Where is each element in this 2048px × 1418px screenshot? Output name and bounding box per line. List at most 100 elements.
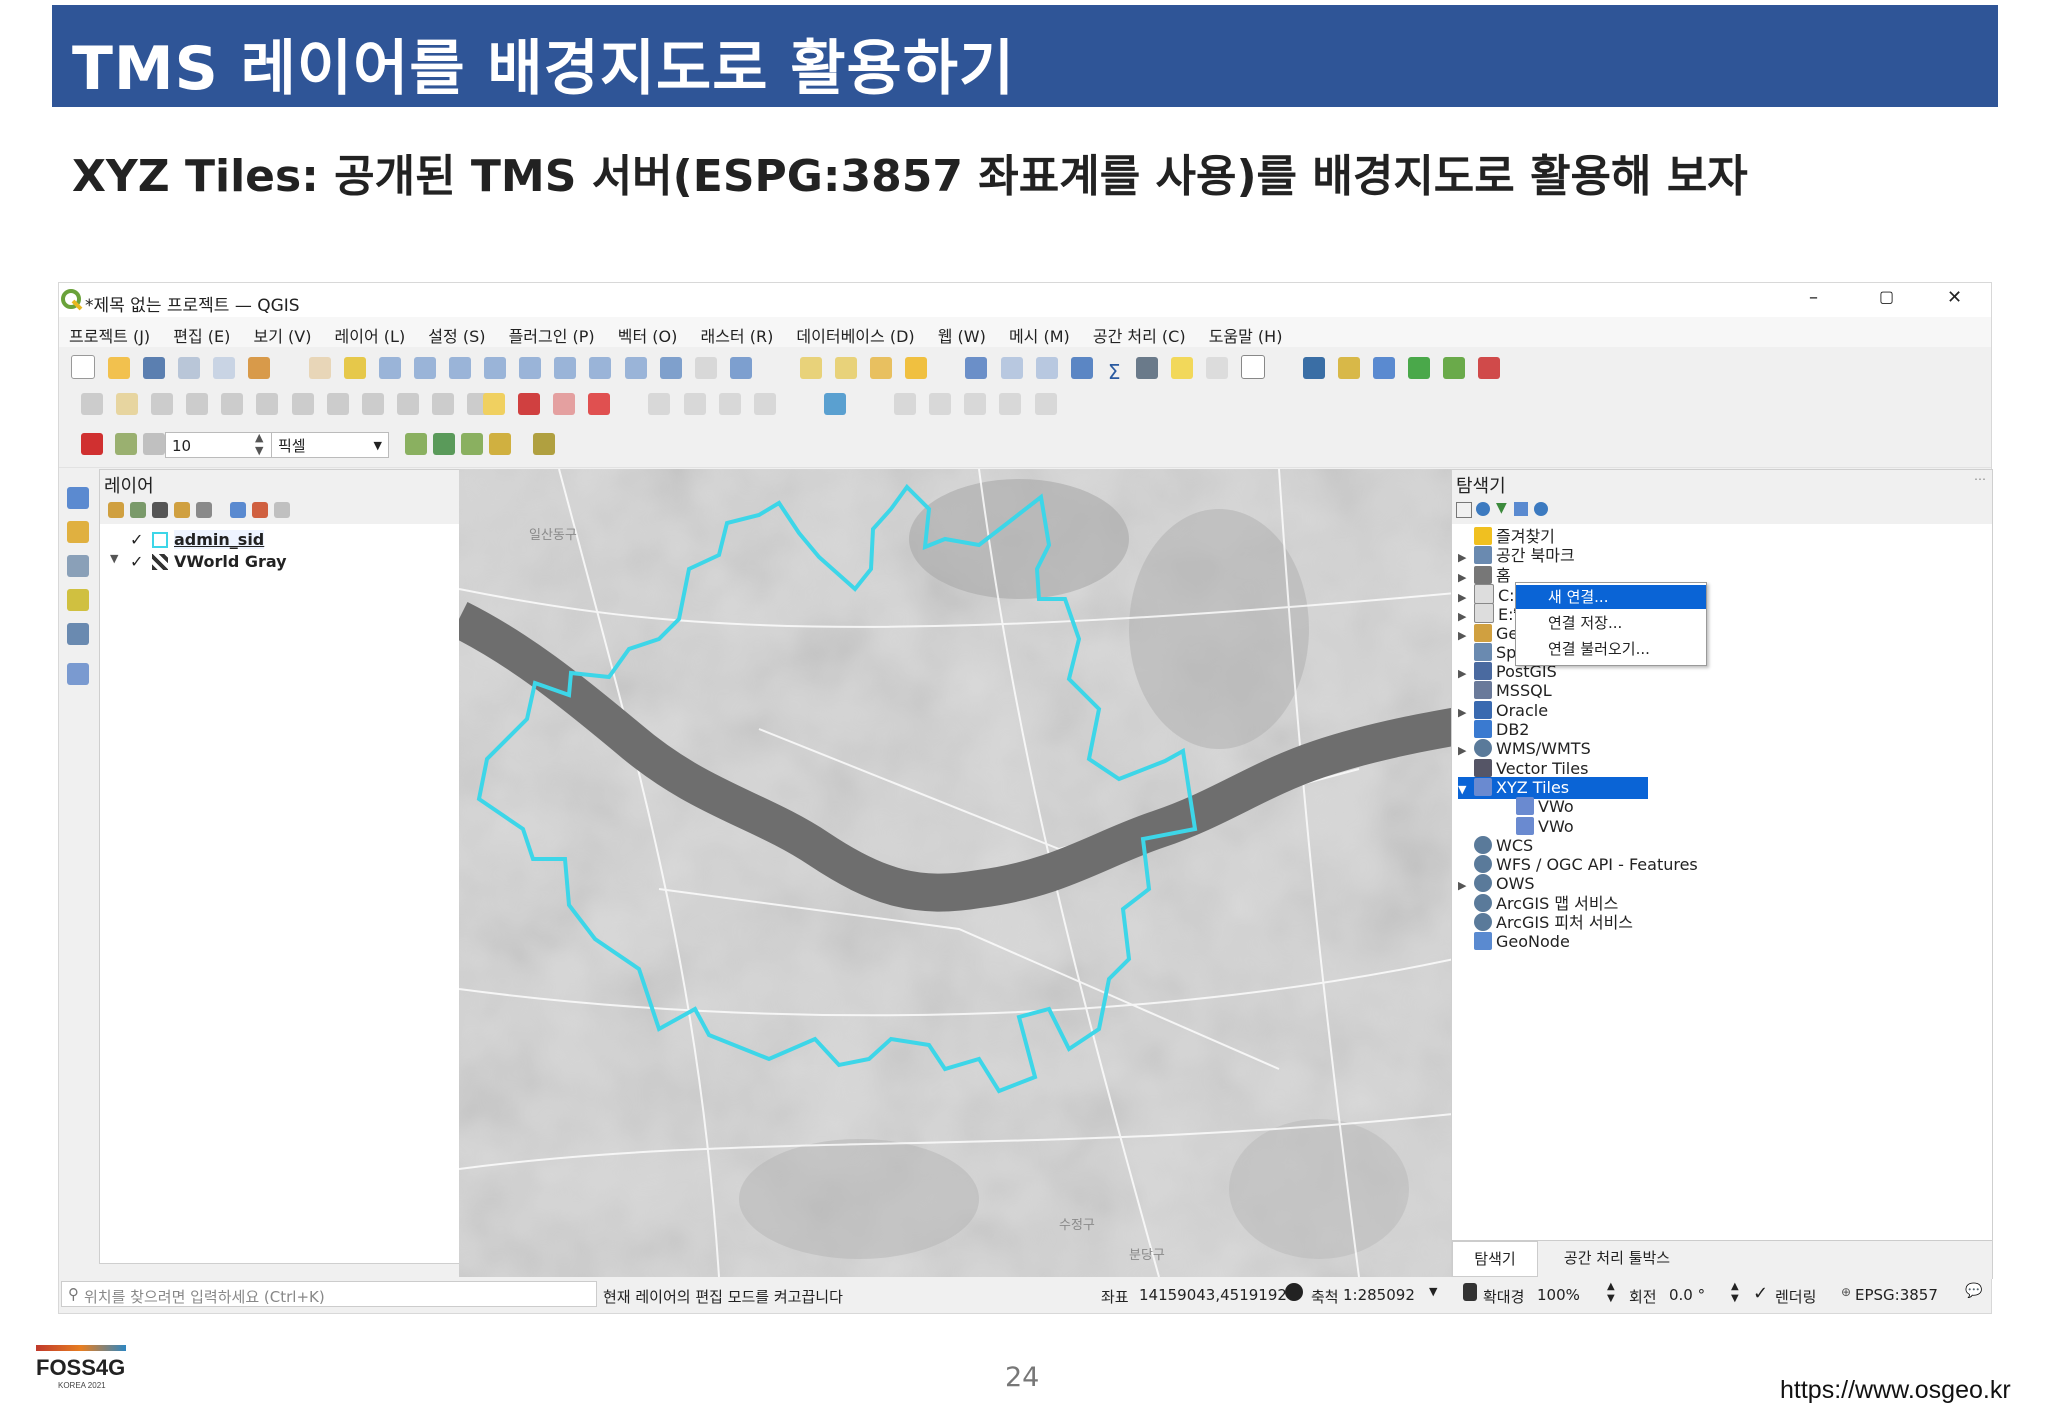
shape-digitize-icon[interactable] (894, 393, 917, 415)
scale-value[interactable]: 1:285092 (1343, 1286, 1415, 1304)
undo-icon[interactable] (1373, 357, 1396, 379)
save-edits-icon[interactable] (151, 393, 174, 415)
select-by-value-icon[interactable] (835, 357, 858, 379)
render-checkbox-checked-icon[interactable]: ✓ (1753, 1283, 1768, 1304)
menu-processing[interactable]: 공간 처리 (C) (1093, 327, 1186, 346)
zoom-selection-icon[interactable] (484, 357, 507, 379)
crs-value[interactable]: EPSG:3857 (1855, 1286, 1938, 1304)
add-vector-icon[interactable] (67, 521, 89, 543)
info-icon[interactable] (1534, 502, 1548, 516)
identify-icon[interactable] (965, 357, 988, 379)
map-canvas[interactable]: 일산동구 수정구 분당구 (459, 469, 1499, 1277)
modify-attributes-icon[interactable] (256, 393, 279, 415)
topology-edit-icon[interactable] (405, 433, 427, 455)
add-feature-icon[interactable] (186, 393, 209, 415)
save-project-icon[interactable] (143, 357, 166, 379)
panel-dock-icon[interactable]: ⋯ (1974, 472, 1986, 486)
search-input[interactable]: 위치를 찾으려면 입력하세요 (Ctrl+K) (84, 1286, 325, 1307)
menu-settings[interactable]: 설정 (S) (428, 327, 485, 346)
delete-selected-icon[interactable] (291, 393, 314, 415)
menu-web[interactable]: 웹 (W) (938, 327, 986, 346)
rotation-value[interactable]: 0.0 ° (1669, 1286, 1705, 1304)
open-project-icon[interactable] (108, 357, 131, 379)
self-snapping-icon[interactable] (533, 433, 555, 455)
tracing-icon[interactable] (489, 433, 511, 455)
processing-toolbox-icon[interactable] (1070, 357, 1093, 379)
coordinate-value[interactable]: 14159043,4519192 (1139, 1286, 1287, 1304)
layer-name[interactable]: admin_sid (174, 530, 265, 549)
pin-labels-icon[interactable] (553, 393, 576, 415)
save-as-icon[interactable] (178, 357, 201, 379)
new-map-view-icon[interactable] (659, 357, 682, 379)
zoom-last-icon[interactable] (589, 357, 612, 379)
filter-legend-icon[interactable] (174, 502, 190, 518)
layer-checkbox-checked-icon[interactable]: ✓ (130, 530, 143, 549)
magnifier-value[interactable]: 100% (1537, 1286, 1580, 1304)
menu-item-load-connections[interactable]: 연결 불러오기... (1516, 637, 1706, 661)
snapping-magnet-icon[interactable] (81, 433, 103, 455)
refresh-icon[interactable] (729, 357, 752, 379)
menu-item-save-connections[interactable]: 연결 저장... (1516, 611, 1706, 635)
menu-vector[interactable]: 벡터 (O) (618, 327, 678, 346)
zoom-native-icon[interactable] (554, 357, 577, 379)
snap-mode-icon[interactable] (115, 433, 137, 455)
menu-raster[interactable]: 래스터 (R) (700, 327, 773, 346)
layer-checkbox-checked-icon[interactable]: ✓ (130, 552, 143, 571)
add-mesh-icon[interactable] (67, 663, 89, 685)
menu-project[interactable]: 프로젝트 (J) (69, 327, 150, 346)
select-features-icon[interactable] (799, 357, 822, 379)
move-label-icon[interactable] (648, 393, 671, 415)
layer-name[interactable]: VWorld Gray (174, 552, 287, 571)
add-selected-layers-icon[interactable] (1456, 502, 1472, 518)
tab-processing-toolbox[interactable]: 공간 처리 툴박스 (1542, 1241, 1692, 1277)
map-tips-icon[interactable] (1170, 357, 1193, 379)
refresh-icon[interactable] (1476, 502, 1490, 516)
footer-url[interactable]: https://www.osgeo.kr (1780, 1376, 2011, 1405)
tab-browser[interactable]: 탐색기 (1452, 1241, 1538, 1277)
print-layout-icon[interactable] (213, 357, 236, 379)
zoom-out-icon[interactable] (413, 357, 436, 379)
menu-mesh[interactable]: 메시 (M) (1009, 327, 1070, 346)
zoom-in-icon[interactable] (378, 357, 401, 379)
field-calculator-icon[interactable] (1035, 357, 1058, 379)
style-manager-icon[interactable] (248, 357, 271, 379)
layer-row-vworld-gray[interactable]: ▼ ✓ VWorld Gray (110, 552, 490, 574)
zoom-next-icon[interactable] (624, 357, 647, 379)
filter-icon[interactable]: ▼ (1496, 500, 1507, 516)
add-delimited-icon[interactable] (67, 555, 89, 577)
new-project-icon[interactable] (71, 355, 95, 379)
highlight-labels-icon[interactable] (588, 393, 611, 415)
add-layer-icon[interactable] (1408, 357, 1431, 379)
rectangle-digitize-icon[interactable] (999, 393, 1022, 415)
pan-to-selection-icon[interactable] (343, 357, 366, 379)
snap-unit-select[interactable]: 픽셀 ▼ (271, 432, 389, 458)
style-panel-icon[interactable] (108, 502, 124, 518)
vertex-tool-icon[interactable] (221, 393, 244, 415)
filter-expression-icon[interactable] (196, 502, 212, 518)
expand-all-icon[interactable] (230, 502, 246, 518)
toggle-extents-icon[interactable] (1285, 1283, 1303, 1301)
globe-plugin-icon[interactable] (1443, 357, 1466, 379)
attribute-table-icon[interactable] (1000, 357, 1023, 379)
layer-row-admin-sid[interactable]: ✓ admin_sid (130, 530, 490, 552)
remove-layer-icon[interactable] (274, 502, 290, 518)
georeferencer-icon[interactable] (823, 393, 846, 415)
browser-item[interactable]: GeoNode (1458, 931, 1570, 953)
collapse-all-icon[interactable] (1514, 502, 1528, 516)
show-hide-labels-icon[interactable] (753, 393, 776, 415)
snap-type-icon[interactable] (143, 433, 165, 455)
locator-search[interactable]: ⚲ 위치를 찾으려면 입력하세요 (Ctrl+K) (61, 1281, 597, 1307)
new-layer-icon[interactable] (67, 589, 89, 611)
menu-plugins[interactable]: 플러그인 (P) (509, 327, 595, 346)
avoid-overlap-icon[interactable] (433, 433, 455, 455)
undo-edit-icon[interactable] (431, 393, 454, 415)
polygon-digitize-icon[interactable] (1034, 393, 1057, 415)
spinbox-arrows-icon[interactable]: ▲ ▼ (1731, 1281, 1739, 1305)
toggle-editing-icon[interactable] (116, 393, 139, 415)
expand-arrow-icon[interactable]: ▼ (1458, 779, 1474, 801)
temporal-icon[interactable] (694, 357, 717, 379)
menu-item-new-connection[interactable]: 새 연결... (1516, 585, 1706, 609)
label-tool-icon[interactable] (483, 393, 505, 415)
menu-view[interactable]: 보기 (V) (253, 327, 311, 346)
manage-themes-icon[interactable] (152, 502, 168, 518)
